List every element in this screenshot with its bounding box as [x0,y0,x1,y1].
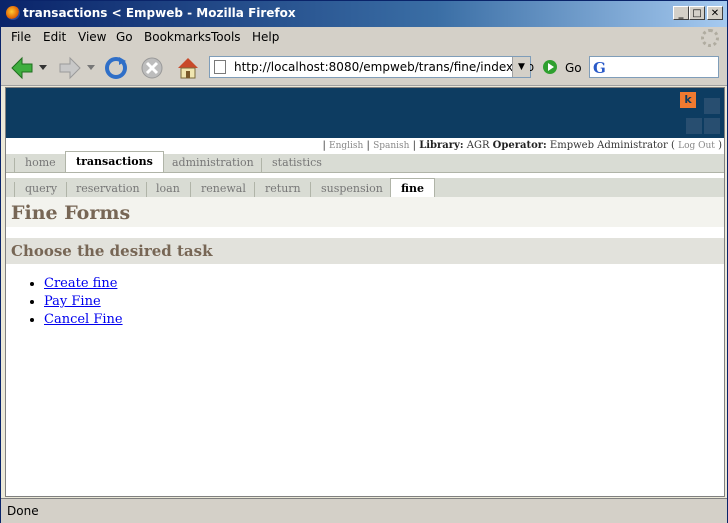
url-dropdown-icon[interactable]: ▼ [512,57,530,77]
tab-statistics[interactable]: statistics [272,156,322,169]
tab-separator [14,158,15,172]
go-icon[interactable] [543,60,557,74]
back-dropdown-icon[interactable] [39,65,47,71]
firefox-icon [6,6,20,20]
forward-dropdown-icon[interactable] [87,65,95,71]
banner-square [704,118,720,134]
minimize-button[interactable]: _ [673,6,689,20]
empweb-logo: k [680,92,696,108]
operator-label: Operator: [492,140,547,151]
page-title: Fine Forms [11,202,131,224]
user-info-bar: | English | Spanish | Library: AGR Opera… [322,140,722,151]
lang-spanish-link[interactable]: Spanish [373,141,409,151]
page-icon [214,60,226,74]
google-search-icon[interactable]: G [593,59,606,77]
tab-administration[interactable]: administration [172,156,254,169]
main-tab-bar: home transactions administration statist… [6,151,724,173]
lang-english-link[interactable]: English [329,141,363,151]
subtab-reservation[interactable]: reservation [76,182,140,195]
home-icon[interactable] [175,55,201,81]
navigation-toolbar: http://localhost:8080/empweb/trans/fine/… [1,49,727,86]
create-fine-link[interactable]: Create fine [44,276,117,291]
pay-fine-link[interactable]: Pay Fine [44,294,101,309]
tab-separator [254,182,255,197]
search-box[interactable]: G [589,56,719,78]
status-text: Done [7,504,39,518]
menu-bookmarks[interactable]: Bookmarks [144,30,211,44]
title-bar: transactions < Empweb - Mozilla Firefox … [1,1,727,27]
tab-separator [310,182,311,197]
tab-separator [14,182,15,197]
tab-separator [190,182,191,197]
library-value: AGR [466,140,490,151]
cancel-fine-link[interactable]: Cancel Fine [44,312,123,327]
sub-tab-bar: query reservation loan renewal return su… [6,178,724,199]
status-bar: Done [1,498,727,523]
menu-tools[interactable]: Tools [211,30,241,44]
go-button[interactable]: Go [565,61,582,75]
section-title: Choose the desired task [11,242,213,260]
list-item: Create fine [44,276,123,291]
window-title: transactions < Empweb - Mozilla Firefox [23,6,296,20]
tab-separator [146,182,147,197]
menu-file[interactable]: File [11,30,31,44]
subtab-fine[interactable]: fine [390,178,435,199]
subtab-suspension[interactable]: suspension [321,182,383,195]
url-bar[interactable]: http://localhost:8080/empweb/trans/fine/… [209,56,534,78]
operator-value: Empweb Administrator [549,140,668,151]
site-banner: k [6,88,724,138]
banner-square [704,98,720,114]
task-list: Create fine Pay Fine Cancel Fine [6,276,123,330]
throbber-icon [701,29,719,47]
logout-link[interactable]: Log Out [678,141,715,151]
list-item: Pay Fine [44,294,123,309]
menu-view[interactable]: View [78,30,106,44]
library-label: Library: [419,140,464,151]
tab-transactions[interactable]: transactions [65,151,164,172]
maximize-button[interactable]: □ [689,6,705,20]
menu-help[interactable]: Help [252,30,279,44]
subtab-renewal[interactable]: renewal [201,182,246,195]
url-text[interactable]: http://localhost:8080/empweb/trans/fine/… [234,60,534,74]
subtab-return[interactable]: return [265,182,301,195]
menu-go[interactable]: Go [116,30,133,44]
tab-separator [261,158,262,172]
page-content: k | English | Spanish | Library: AGR Ope… [5,87,725,497]
tab-separator [66,182,67,197]
tab-home[interactable]: home [25,156,56,169]
stop-icon[interactable] [139,55,165,81]
back-arrow-icon[interactable] [9,55,35,81]
forward-arrow-icon[interactable] [57,55,83,81]
banner-square [686,118,702,134]
subtab-loan[interactable]: loan [156,182,180,195]
reload-icon[interactable] [103,55,129,81]
page-title-bar: Fine Forms [6,197,724,227]
subtab-query[interactable]: query [25,182,57,195]
browser-window: transactions < Empweb - Mozilla Firefox … [0,0,728,523]
section-header: Choose the desired task [6,238,724,264]
close-button[interactable]: ✕ [707,6,723,20]
menu-bar: File Edit View Go Bookmarks Tools Help [1,27,727,49]
list-item: Cancel Fine [44,312,123,327]
menu-edit[interactable]: Edit [43,30,66,44]
